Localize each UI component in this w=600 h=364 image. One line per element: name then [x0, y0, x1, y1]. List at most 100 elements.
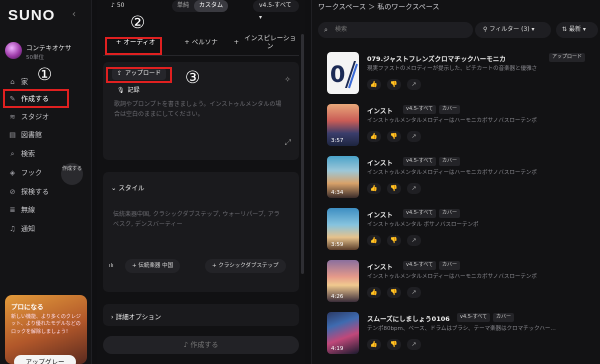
sidebar-item-explore[interactable]: ⊘ 探検する [8, 185, 70, 199]
share-icon[interactable]: ↗ [407, 287, 421, 298]
chevron-down-icon: ⌄ [111, 184, 119, 192]
sidebar-item-label: 図書館 [21, 131, 42, 139]
song-item[interactable]: 4:26 インスト v4.5-すべて カバー インストゥルメンタルメロディーはハ… [327, 260, 597, 310]
svg-text:0: 0 [330, 63, 345, 88]
style-section: ⌄ スタイル 伝統楽器中国, クラシックダブステップ, ウォーリパーブ, アラベ… [103, 172, 299, 292]
style-header[interactable]: ⌄ スタイル [111, 182, 145, 192]
dislike-icon[interactable]: 👎 [387, 183, 401, 194]
song-cover[interactable]: 4:26 [327, 260, 359, 302]
style-chip[interactable]: + 伝統楽器 中国 [125, 259, 181, 273]
mode-simple[interactable]: 単純 [172, 0, 194, 12]
dislike-icon[interactable]: 👎 [387, 131, 401, 142]
dislike-icon[interactable]: 👎 [387, 79, 401, 90]
song-tag: アップロード [549, 53, 586, 62]
search-input[interactable]: ⌕ 検索 [318, 22, 473, 38]
song-title[interactable]: インスト [367, 157, 393, 167]
song-title[interactable]: インスト [367, 209, 393, 219]
user-name: コンテキオケサ [26, 44, 72, 52]
song-duration: 3:57 [331, 138, 344, 144]
share-icon[interactable]: ↗ [407, 183, 421, 194]
song-actions: 👍 👎 ↗ [367, 339, 421, 350]
collapse-sidebar-icon[interactable]: ‹ [72, 9, 76, 20]
tab-inspiration[interactable]: + インスピレーション [233, 30, 299, 56]
song-title[interactable]: スムーズにしましょう0106 [367, 313, 450, 323]
song-cover[interactable]: 3:57 [327, 104, 359, 146]
home-icon: ⌂ [10, 78, 15, 86]
pro-promo-card[interactable]: プロになる 新しい機能、より多くのクレジット、より優れたモデルなどのロックを解除… [5, 295, 87, 364]
song-item[interactable]: 3:59 インスト v4.5-すべて カバー インストゥルメンタル ボサノバスロ… [327, 208, 597, 258]
workspace-panel: ワークスペース ＞ 私のワークスペース ⌕ 検索 ⚲ フィルター (3) ▾ ⇅… [311, 0, 600, 364]
suno-logo[interactable]: SUNO [8, 7, 55, 24]
dislike-icon[interactable]: 👎 [387, 235, 401, 246]
style-toggle[interactable]: ılı [109, 259, 114, 273]
song-title[interactable]: インスト [367, 105, 393, 115]
song-description: 現実ファストのメロディーが提示した、ピチカートの音楽器と優雅さ [367, 66, 538, 72]
song-item[interactable]: 4:34 インスト v4.5-すべて カバー インストゥルメンタルメロディーはハ… [327, 156, 597, 206]
style-chip[interactable]: + クラシックダブステップ [205, 259, 286, 273]
sort-button[interactable]: ⇅ 最新 ▾ [556, 22, 598, 38]
sidebar: SUNO ‹ コンテキオケサ 50単位 ⌂ 家 ✎ 作成する ≋ スタジオ ▤ 図書館 … [0, 0, 92, 364]
song-item[interactable]: 3:57 インスト v4.5-すべて カバー インストゥルメンタルメロディーはハ… [327, 104, 597, 154]
magic-wand-icon[interactable]: ✧ [284, 75, 291, 84]
record-button[interactable]: 🎙 記録 [112, 85, 145, 97]
song-cover[interactable]: 4:19 [327, 312, 359, 354]
sidebar-item-studio[interactable]: ≋ スタジオ [8, 110, 70, 124]
expand-icon[interactable]: ⤢ [285, 138, 291, 148]
song-item[interactable]: 0 079.ジャストフレンズクロマチックハーモニカ アップロード 現実ファストの… [327, 52, 597, 102]
song-item[interactable]: 4:19 スムーズにしましょう0106 v4.5-すべて カバー テンポ80bp… [327, 312, 597, 362]
like-icon[interactable]: 👍 [367, 79, 381, 90]
song-description: インストゥルメンタルメロディーはハーモニカボサノバスローテンポ [367, 118, 537, 124]
sidebar-item-radio[interactable]: ≣ 無線 [8, 203, 70, 217]
share-icon[interactable]: ↗ [407, 79, 421, 90]
lyrics-input[interactable]: 歌詞やプロンプトを書きましょう。インストゥルメンタルの場合は空白のままにしてくだ… [114, 100, 284, 119]
song-tag: カバー [439, 157, 461, 166]
song-cover[interactable]: 3:59 [327, 208, 359, 250]
song-duration: 3:59 [331, 242, 344, 248]
share-icon[interactable]: ↗ [407, 235, 421, 246]
library-icon: ▤ [9, 131, 16, 139]
create-scrollbar[interactable] [301, 34, 304, 274]
song-title[interactable]: インスト [367, 261, 393, 271]
annotation-number-2: ② [130, 13, 146, 33]
music-note-icon: ♪ [111, 2, 115, 9]
filter-button[interactable]: ⚲ フィルター (3) ▾ [475, 22, 551, 38]
song-title[interactable]: 079.ジャストフレンズクロマチックハーモニカ [367, 53, 506, 63]
tab-persona[interactable]: + ペルソナ [168, 30, 234, 56]
style-input[interactable]: 伝統楽器中国, クラシックダブステップ, ウォーリパーブ, アラベスク, デンス… [113, 210, 283, 229]
song-cover[interactable]: 0 [327, 52, 359, 94]
create-button[interactable]: ♪ 作成する [103, 336, 299, 354]
annotation-box-upload [106, 67, 172, 83]
sidebar-item-label: フック [21, 169, 42, 177]
song-tag: v4.5-すべて [403, 261, 437, 270]
like-icon[interactable]: 👍 [367, 235, 381, 246]
song-cover[interactable]: 4:34 [327, 156, 359, 198]
suno-app: SUNO ‹ コンテキオケサ 50単位 ⌂ 家 ✎ 作成する ≋ スタジオ ▤ 図書館 … [0, 0, 600, 364]
user-profile[interactable]: コンテキオケサ 50単位 [5, 40, 90, 66]
sort-label: 最新 [568, 26, 581, 33]
mode-custom[interactable]: カスタム [194, 0, 229, 12]
sidebar-item-library[interactable]: ▤ 図書館 [8, 128, 70, 142]
annotation-box-audio-tab [105, 37, 162, 55]
create-fab-button[interactable]: 作成する [61, 163, 83, 185]
create-fab-label: 作成する [61, 166, 82, 172]
version-select[interactable]: v4.5-すべて ▾ [253, 0, 299, 21]
dislike-icon[interactable]: 👎 [387, 287, 401, 298]
like-icon[interactable]: 👍 [367, 131, 381, 142]
like-icon[interactable]: 👍 [367, 339, 381, 350]
upgrade-button[interactable]: アップグレー [14, 355, 76, 364]
sidebar-item-search[interactable]: ⌕ 検索 [8, 147, 70, 161]
song-tag: v4.5-すべて [403, 105, 437, 114]
song-actions: 👍 👎 ↗ [367, 183, 421, 194]
advanced-options[interactable]: › 詳細オプション [103, 304, 299, 326]
song-tag: カバー [493, 313, 515, 322]
compass-icon: ⊘ [9, 188, 16, 196]
like-icon[interactable]: 👍 [367, 183, 381, 194]
advanced-header: › 詳細オプション [111, 311, 161, 321]
share-icon[interactable]: ↗ [407, 131, 421, 142]
dislike-icon[interactable]: 👎 [387, 339, 401, 350]
song-tag: v4.5-すべて [403, 209, 437, 218]
share-icon[interactable]: ↗ [407, 339, 421, 350]
like-icon[interactable]: 👍 [367, 287, 381, 298]
sidebar-item-notifications[interactable]: ♫ 通知 [8, 222, 70, 236]
breadcrumb[interactable]: ワークスペース ＞ 私のワークスペース [318, 2, 439, 12]
